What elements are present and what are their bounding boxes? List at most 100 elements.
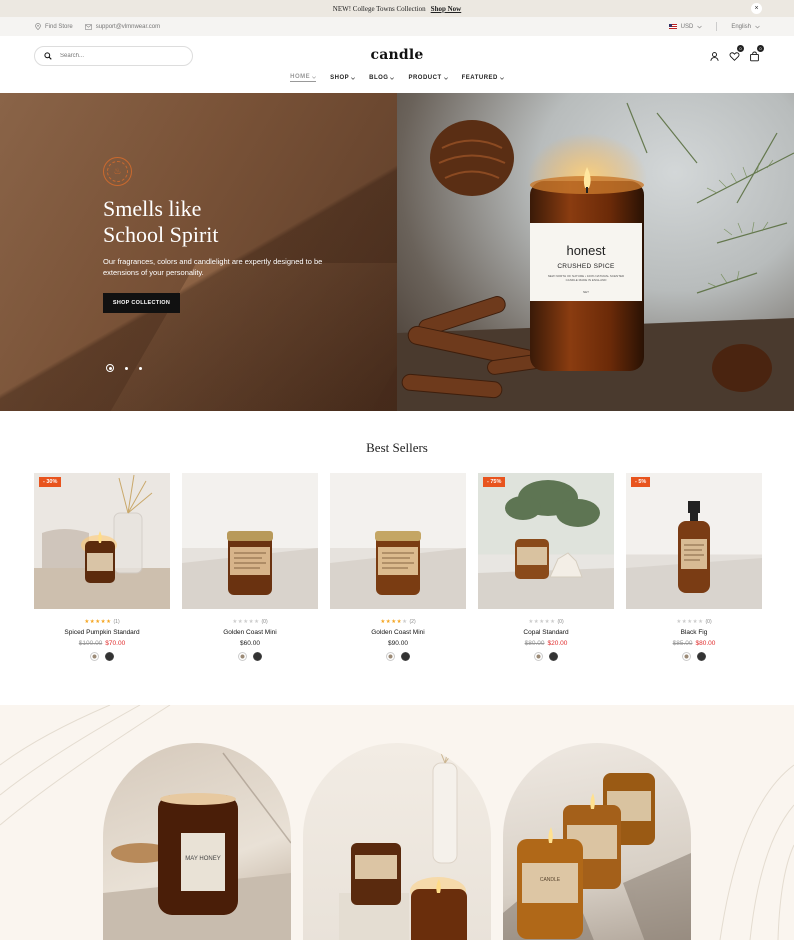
color-swatches bbox=[330, 652, 466, 661]
product-name[interactable]: Black Fig bbox=[626, 629, 762, 636]
slider-dot-1[interactable] bbox=[106, 364, 114, 372]
sale-price: $80.00 bbox=[695, 640, 716, 647]
product-card[interactable]: - 30% ★★★★★ (1) Spiced Pumpkin Standard $… bbox=[34, 473, 170, 661]
star-rating-icon: ★★★★★ bbox=[232, 619, 260, 625]
product-price: $90.00 bbox=[330, 640, 466, 647]
regular-price: $60.00 bbox=[240, 640, 260, 647]
close-icon[interactable]: × bbox=[751, 3, 762, 14]
sale-badge: - 75% bbox=[483, 477, 506, 487]
collection-jar-label: CANDLE bbox=[539, 877, 561, 883]
product-image[interactable]: - 5% bbox=[626, 473, 762, 609]
account-button[interactable] bbox=[709, 49, 720, 61]
header-icons: 0 0 bbox=[709, 45, 764, 62]
product-card[interactable]: ★★★★★ (2) Golden Coast Mini $90.00 bbox=[330, 473, 466, 661]
nav-product[interactable]: PRODUCT bbox=[408, 74, 448, 82]
map-pin-icon bbox=[35, 23, 41, 30]
site-logo[interactable]: candle bbox=[0, 47, 794, 63]
product-name[interactable]: Golden Coast Mini bbox=[330, 629, 466, 636]
slider-dot-3[interactable] bbox=[139, 366, 142, 370]
language-select[interactable]: English bbox=[731, 24, 760, 30]
review-count: (1) bbox=[113, 619, 120, 625]
site-header: candle HOME SHOP BLOG PRODUCT FEATURED 0… bbox=[0, 36, 794, 93]
product-card[interactable]: ★★★★★ (0) Golden Coast Mini $60.00 bbox=[182, 473, 318, 661]
hero-description: Our fragrances, colors and candlelight a… bbox=[103, 257, 323, 277]
nav-shop-label: SHOP bbox=[330, 75, 350, 81]
product-card[interactable]: - 75% ★★★★★ (0) Copal Standard $80.00 $20.… bbox=[478, 473, 614, 661]
chevron-down-icon bbox=[351, 76, 356, 80]
product-rating: ★★★★★ (0) bbox=[626, 619, 762, 625]
color-swatches bbox=[182, 652, 318, 661]
best-sellers-title: Best Sellers bbox=[366, 440, 428, 455]
us-flag-icon bbox=[668, 24, 677, 29]
product-price: $85.00 $80.00 bbox=[626, 640, 762, 647]
product-card[interactable]: - 5% ★★★★★ (0) Black Fig $85.00 $80.00 bbox=[626, 473, 762, 661]
slider-dot-2[interactable] bbox=[125, 366, 128, 370]
wishlist-button[interactable]: 0 bbox=[729, 45, 744, 61]
product-image[interactable]: - 75% bbox=[478, 473, 614, 609]
language-label: English bbox=[731, 23, 751, 30]
hero-text-panel: ♨ Smells like School Spirit Our fragranc… bbox=[0, 93, 397, 411]
star-rating-icon: ★★★★★ bbox=[676, 619, 704, 625]
swatch-amber[interactable] bbox=[534, 652, 543, 661]
find-store-link[interactable]: Find Store bbox=[35, 23, 73, 30]
candle-jar-image bbox=[103, 743, 291, 940]
email-link[interactable]: support@vlmnwear.com bbox=[84, 23, 160, 30]
sale-badge: - 5% bbox=[631, 477, 651, 487]
collection-image-3[interactable]: CANDLE bbox=[503, 743, 691, 940]
nav-shop[interactable]: SHOP bbox=[330, 74, 356, 82]
product-name[interactable]: Golden Coast Mini bbox=[182, 629, 318, 636]
product-image[interactable]: - 30% bbox=[34, 473, 170, 609]
cart-button[interactable]: 0 bbox=[749, 45, 764, 62]
color-swatches bbox=[626, 652, 762, 661]
swatch-amber[interactable] bbox=[90, 652, 99, 661]
candle-jar-image bbox=[34, 474, 170, 609]
sale-price: $20.00 bbox=[547, 640, 568, 647]
old-price: $85.00 bbox=[672, 640, 693, 647]
hero-title-line2: School Spirit bbox=[103, 222, 219, 247]
chevron-down-icon bbox=[312, 75, 317, 79]
cart-count-badge: 0 bbox=[757, 45, 764, 52]
swatch-amber[interactable] bbox=[386, 652, 395, 661]
currency-label: USD bbox=[680, 23, 694, 30]
candle-jar-image bbox=[478, 480, 614, 609]
old-price: $80.00 bbox=[524, 640, 545, 647]
chevron-down-icon bbox=[390, 76, 395, 80]
nav-blog[interactable]: BLOG bbox=[369, 74, 395, 82]
color-swatches bbox=[34, 652, 170, 661]
product-rating: ★★★★★ (0) bbox=[478, 619, 614, 625]
product-price: $60.00 bbox=[182, 640, 318, 647]
swatch-black[interactable] bbox=[253, 652, 262, 661]
announcement-text: NEW! College Towns Collection bbox=[332, 4, 426, 13]
info-bar: Find Store support@vlmnwear.com USD Engl… bbox=[0, 17, 794, 36]
shadow-overlay bbox=[0, 93, 397, 411]
swatch-amber[interactable] bbox=[682, 652, 691, 661]
product-name[interactable]: Copal Standard bbox=[478, 629, 614, 636]
chevron-down-icon bbox=[755, 25, 760, 28]
collection-image-2[interactable] bbox=[303, 743, 491, 940]
product-rating: ★★★★★ (2) bbox=[330, 619, 466, 625]
currency-select[interactable]: USD bbox=[668, 23, 703, 30]
swatch-black[interactable] bbox=[549, 652, 558, 661]
product-rating: ★★★★★ (1) bbox=[34, 619, 170, 625]
hero-title: Smells like School Spirit bbox=[103, 196, 219, 248]
chevron-down-icon bbox=[697, 25, 703, 28]
swatch-black[interactable] bbox=[105, 652, 114, 661]
swatch-black[interactable] bbox=[401, 652, 410, 661]
swatch-black[interactable] bbox=[697, 652, 706, 661]
shop-now-link[interactable]: Shop Now bbox=[431, 5, 462, 13]
product-name[interactable]: Spiced Pumpkin Standard bbox=[34, 629, 170, 636]
candle-scent-text: CRUSHED SPICE bbox=[557, 263, 615, 270]
swatch-amber[interactable] bbox=[238, 652, 247, 661]
product-image[interactable] bbox=[182, 473, 318, 609]
collection-banner: MAY HONEY CANDLE bbox=[0, 705, 794, 940]
main-nav: HOME SHOP BLOG PRODUCT FEATURED bbox=[0, 74, 794, 82]
chevron-down-icon bbox=[443, 76, 448, 80]
candle-weight-text: NET bbox=[583, 290, 589, 294]
collection-image-1[interactable]: MAY HONEY bbox=[103, 743, 291, 940]
nav-featured[interactable]: FEATURED bbox=[462, 74, 504, 82]
product-image[interactable] bbox=[330, 473, 466, 609]
heart-icon bbox=[729, 52, 740, 61]
shop-collection-button[interactable]: SHOP COLLECTION bbox=[103, 293, 180, 313]
review-count: (2) bbox=[409, 619, 416, 625]
nav-home[interactable]: HOME bbox=[290, 74, 317, 82]
